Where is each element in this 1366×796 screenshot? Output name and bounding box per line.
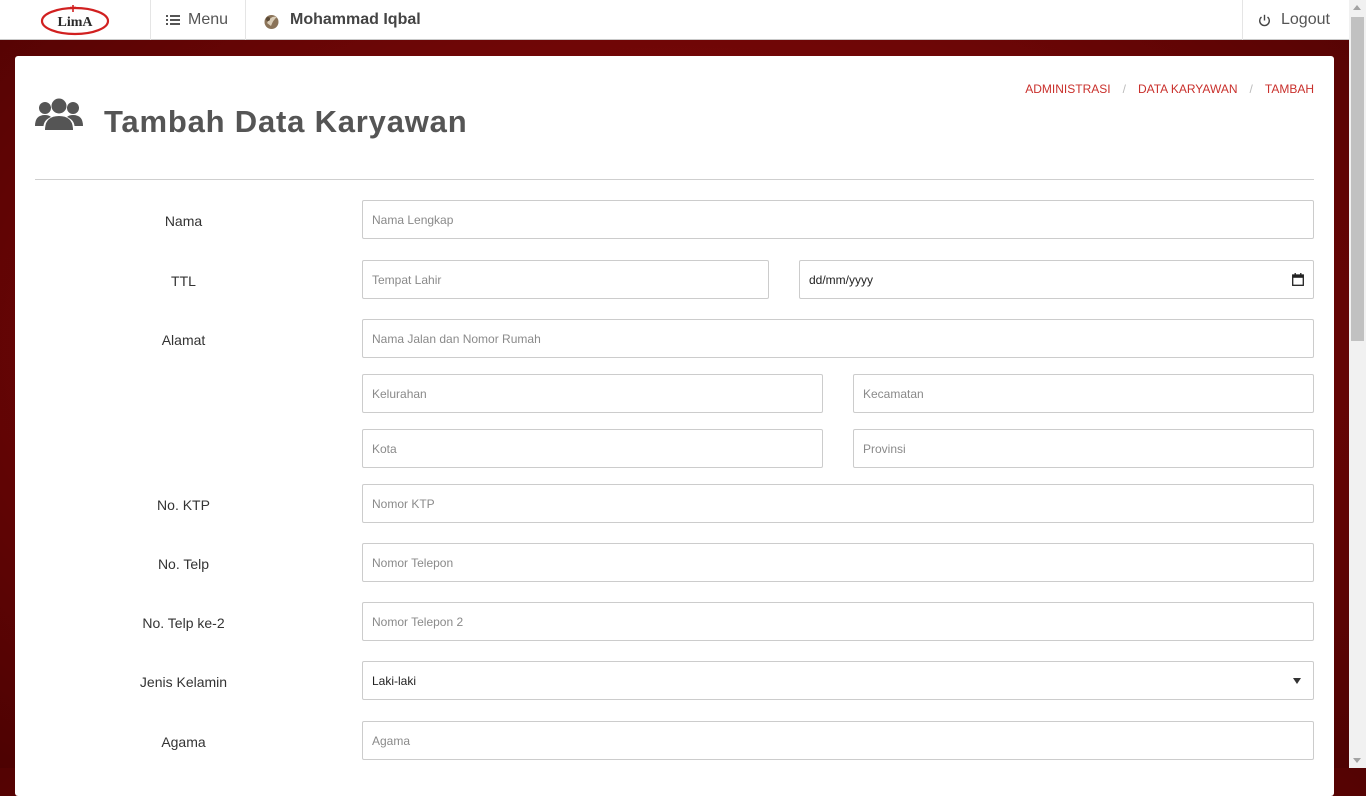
kecamatan-input[interactable]: [853, 374, 1314, 413]
telp2-label: No. Telp ke-2: [142, 615, 225, 631]
agama-label: Agama: [161, 734, 206, 750]
users-icon: [35, 98, 83, 130]
breadcrumb-separator: /: [1122, 82, 1126, 96]
header-divider: [35, 179, 1314, 180]
menu-toggle-button[interactable]: Menu: [166, 0, 228, 40]
tanggal-lahir-input[interactable]: dd/mm/yyyy: [799, 260, 1314, 299]
scroll-up-icon[interactable]: [1353, 5, 1361, 10]
nama-input[interactable]: [362, 200, 1314, 239]
user-name: Mohammad Iqbal: [290, 11, 421, 28]
nav-divider: [150, 0, 151, 40]
date-value: dd/mm/yyyy: [809, 272, 874, 287]
page-title: Tambah Data Karyawan: [104, 104, 468, 139]
logout-label: Logout: [1281, 11, 1330, 28]
provinsi-input[interactable]: [853, 429, 1314, 468]
breadcrumb-separator: /: [1249, 82, 1253, 96]
gender-select[interactable]: Laki-laki: [362, 661, 1314, 700]
calendar-icon[interactable]: [1292, 273, 1304, 286]
alamat-label: Alamat: [161, 332, 206, 348]
logout-button[interactable]: Logout: [1258, 0, 1330, 40]
caret-down-icon: [1293, 677, 1301, 684]
nama-label: Nama: [164, 213, 203, 229]
telp2-input[interactable]: [362, 602, 1314, 641]
ktp-label: No. KTP: [157, 497, 210, 513]
telp-input[interactable]: [362, 543, 1314, 582]
scroll-down-icon[interactable]: [1353, 758, 1361, 763]
breadcrumb-administrasi[interactable]: ADMINISTRASI: [1025, 82, 1110, 96]
alamat-jalan-input[interactable]: [362, 319, 1314, 358]
kota-input[interactable]: [362, 429, 823, 468]
ktp-input[interactable]: [362, 484, 1314, 523]
nav-divider: [245, 0, 246, 40]
telp-label: No. Telp: [157, 556, 210, 572]
breadcrumb-data-karyawan[interactable]: DATA KARYAWAN: [1138, 82, 1238, 96]
breadcrumb-tambah: TAMBAH: [1264, 82, 1314, 96]
power-icon: [1259, 14, 1270, 26]
gender-value: Laki-laki: [372, 673, 417, 688]
list-icon: [166, 15, 180, 25]
tempat-lahir-input[interactable]: [362, 260, 769, 299]
avatar: [264, 14, 279, 29]
user-profile[interactable]: Mohammad Iqbal: [262, 0, 421, 40]
content-panel: Tambah Data Karyawan ADMINISTRASI / DATA…: [15, 56, 1334, 796]
scrollbar-thumb[interactable]: [1351, 17, 1364, 341]
top-navbar: LimA Menu Mohammad Iqbal Logout: [0, 0, 1349, 40]
agama-input[interactable]: [362, 721, 1314, 760]
gender-label: Jenis Kelamin: [139, 674, 228, 690]
brand-logo[interactable]: LimA: [40, 4, 110, 36]
breadcrumb: ADMINISTRASI / DATA KARYAWAN / TAMBAH: [1025, 82, 1314, 96]
page-scrollbar[interactable]: [1349, 0, 1366, 768]
nav-divider: [1242, 0, 1243, 40]
menu-label: Menu: [188, 11, 229, 28]
kelurahan-input[interactable]: [362, 374, 823, 413]
ttl-label: TTL: [171, 273, 196, 289]
brand-text: LimA: [58, 15, 94, 30]
